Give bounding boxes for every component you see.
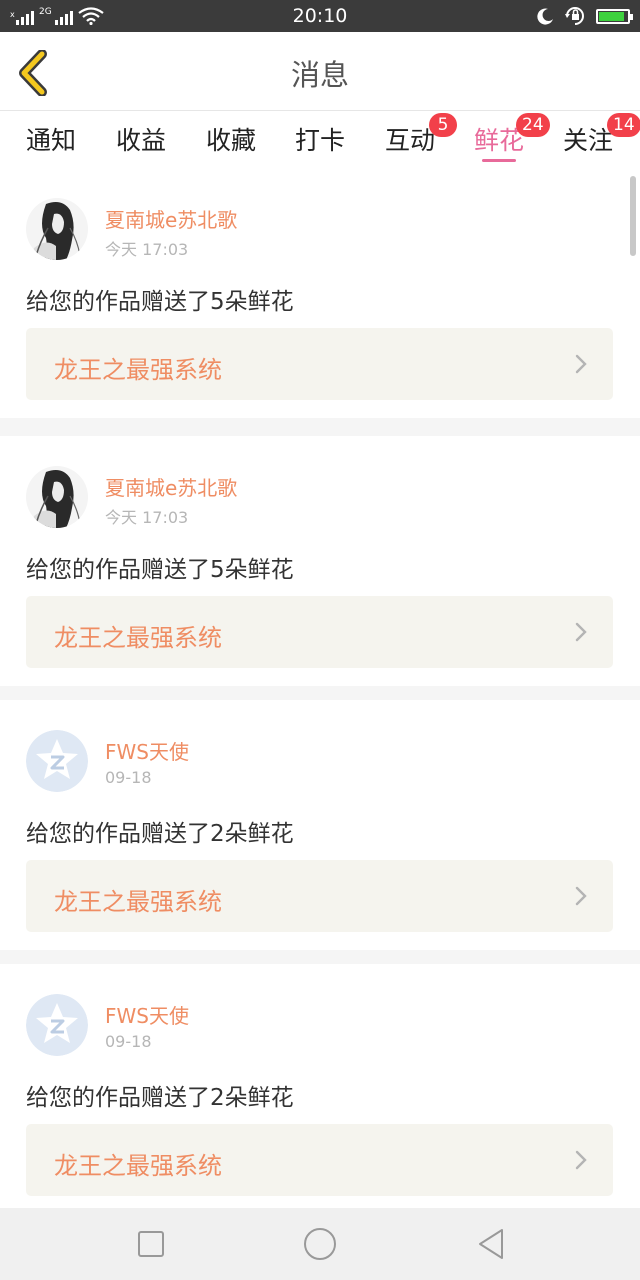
tab-flowers[interactable]: 鲜花 24 xyxy=(474,113,550,165)
work-link[interactable]: 龙王之最强系统 xyxy=(26,1124,613,1196)
message-text: 给您的作品赠送了2朵鲜花 xyxy=(26,1085,294,1111)
tab-label: 收藏 xyxy=(206,126,257,155)
sender-name[interactable]: 夏南城e苏北歌 xyxy=(105,204,237,233)
triangle-back-icon xyxy=(479,1229,503,1259)
scrollbar[interactable] xyxy=(630,176,636,256)
moon-icon xyxy=(537,8,553,25)
work-title: 龙王之最强系统 xyxy=(54,356,222,384)
unread-badge: 14 xyxy=(607,113,640,137)
default-star-avatar-icon xyxy=(26,730,88,792)
status-icons xyxy=(536,6,633,26)
list-item: FWS天使 09-18 给您的作品赠送了2朵鲜花 龙王之最强系统 xyxy=(0,700,640,950)
system-nav-bar xyxy=(0,1208,640,1280)
tab-label: 关注 xyxy=(563,126,614,155)
rotation-lock-icon xyxy=(565,7,584,25)
back-nav-button[interactable] xyxy=(474,1226,510,1262)
girl-portrait-icon xyxy=(26,198,88,260)
recents-button[interactable] xyxy=(133,1226,169,1262)
unread-badge: 5 xyxy=(429,113,457,137)
tab-notifications[interactable]: 通知 xyxy=(26,121,76,165)
active-tab-indicator xyxy=(482,159,517,162)
square-recents-icon xyxy=(138,1231,164,1257)
avatar[interactable] xyxy=(26,198,88,260)
tab-label: 通知 xyxy=(26,126,77,155)
work-title: 龙王之最强系统 xyxy=(54,624,222,652)
sender-name[interactable]: 夏南城e苏北歌 xyxy=(105,472,237,501)
message-time: 09-18 xyxy=(105,768,152,787)
message-text: 给您的作品赠送了5朵鲜花 xyxy=(26,289,294,315)
tab-follows[interactable]: 关注 14 xyxy=(563,113,640,165)
tab-interactions[interactable]: 互动 5 xyxy=(385,113,457,165)
message-time: 09-18 xyxy=(105,1032,152,1051)
work-link[interactable]: 龙王之最强系统 xyxy=(26,328,613,400)
app-header: 消息 xyxy=(0,32,640,111)
message-tabs: 通知 收益 收藏 打卡 互动 5 鲜花 24 关注 14 xyxy=(0,111,640,168)
avatar[interactable] xyxy=(26,466,88,528)
message-time: 今天 17:03 xyxy=(105,508,189,527)
home-button[interactable] xyxy=(302,1226,338,1262)
battery-level xyxy=(599,11,625,21)
sender-name[interactable]: FWS天使 xyxy=(105,736,189,765)
list-item: 夏南城e苏北歌 今天 17:03 给您的作品赠送了5朵鲜花 龙王之最强系统 xyxy=(0,436,640,686)
list-item: 夏南城e苏北歌 今天 17:03 给您的作品赠送了5朵鲜花 龙王之最强系统 xyxy=(0,168,640,418)
work-title: 龙王之最强系统 xyxy=(54,888,222,916)
chevron-right-icon xyxy=(575,886,587,906)
tab-label: 互动 xyxy=(385,126,436,155)
avatar[interactable] xyxy=(26,730,88,792)
chevron-right-icon xyxy=(575,622,587,642)
tab-label: 打卡 xyxy=(295,126,346,155)
battery-icon xyxy=(596,8,633,24)
sender-name[interactable]: FWS天使 xyxy=(105,1000,189,1029)
message-text: 给您的作品赠送了2朵鲜花 xyxy=(26,821,294,847)
default-star-avatar-icon xyxy=(26,994,88,1056)
tab-label: 收益 xyxy=(116,126,167,155)
circle-home-icon xyxy=(304,1228,336,1260)
chevron-right-icon xyxy=(575,1150,587,1170)
tab-earnings[interactable]: 收益 xyxy=(116,121,166,165)
avatar[interactable] xyxy=(26,994,88,1056)
list-item: FWS天使 09-18 给您的作品赠送了2朵鲜花 龙王之最强系统 xyxy=(0,964,640,1208)
work-link[interactable]: 龙王之最强系统 xyxy=(26,596,613,668)
tab-checkin[interactable]: 打卡 xyxy=(295,121,345,165)
unread-badge: 24 xyxy=(516,113,550,137)
message-text: 给您的作品赠送了5朵鲜花 xyxy=(26,557,294,583)
work-link[interactable]: 龙王之最强系统 xyxy=(26,860,613,932)
page-title: 消息 xyxy=(290,58,349,92)
tab-favorites[interactable]: 收藏 xyxy=(206,121,256,165)
status-bar: x 2G 20:10 xyxy=(0,0,640,32)
girl-portrait-icon xyxy=(26,466,88,528)
work-title: 龙王之最强系统 xyxy=(54,1152,222,1180)
message-time: 今天 17:03 xyxy=(105,240,189,259)
message-list[interactable]: 夏南城e苏北歌 今天 17:03 给您的作品赠送了5朵鲜花 龙王之最强系统 夏南… xyxy=(0,168,640,1208)
chevron-right-icon xyxy=(575,354,587,374)
